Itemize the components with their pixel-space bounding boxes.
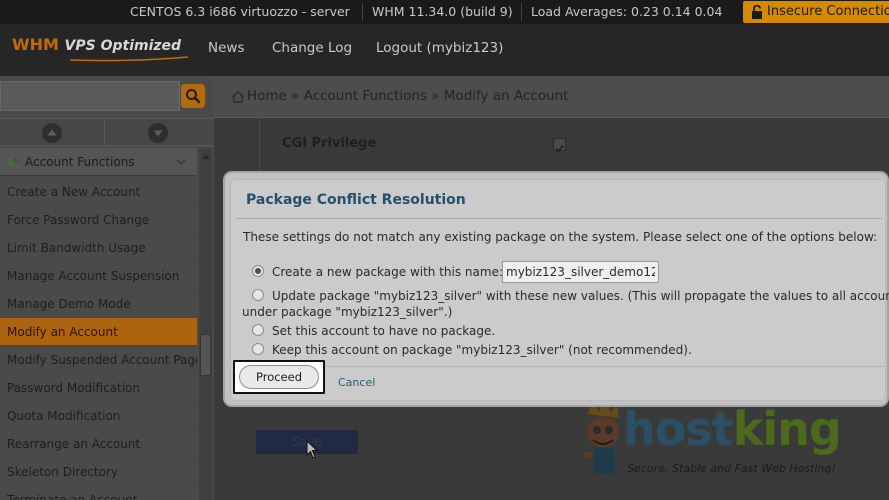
sidebar-item-manage-suspension[interactable]: Manage Account Suspension bbox=[0, 262, 197, 290]
cgi-privilege-label: CGI Privilege bbox=[282, 136, 377, 151]
load-averages: Load Averages: 0.23 0.14 0.04 bbox=[531, 4, 723, 19]
unlocked-padlock-icon bbox=[752, 5, 762, 19]
arrow-divider bbox=[104, 119, 105, 147]
scroll-down-button[interactable] bbox=[148, 123, 168, 143]
breadcrumb-text[interactable]: Home » Account Functions » Modify an Acc… bbox=[247, 88, 568, 104]
dialog-footer-divider bbox=[231, 366, 885, 367]
hostking-watermark: hostking Secure, Stable and Fast Web Hos… bbox=[575, 400, 889, 500]
sidebar-item-quota-modification[interactable]: Quota Modification bbox=[0, 402, 197, 430]
option-keep-package-label[interactable]: Keep this account on package "mybiz123_s… bbox=[272, 343, 692, 357]
sidebar-item-limit-bandwidth[interactable]: Limit Bandwidth Usage bbox=[0, 234, 197, 262]
status-divider bbox=[521, 3, 522, 21]
cancel-link[interactable]: Cancel bbox=[338, 376, 375, 389]
triangle-down-icon bbox=[153, 130, 163, 137]
status-divider bbox=[362, 3, 363, 21]
chevron-down-icon bbox=[176, 159, 186, 166]
search-icon bbox=[186, 89, 201, 104]
dialog-divider bbox=[236, 218, 882, 219]
option-no-package-label[interactable]: Set this account to have no package. bbox=[272, 324, 495, 338]
proceed-button[interactable]: Proceed bbox=[239, 365, 319, 389]
section-title: Account Functions bbox=[25, 155, 135, 169]
sidebar-item-modify-account[interactable]: Modify an Account bbox=[0, 318, 197, 346]
triangle-up-icon bbox=[47, 129, 57, 136]
sidebar-search-input[interactable] bbox=[0, 81, 180, 111]
radio-no-package[interactable] bbox=[252, 324, 264, 336]
cgi-privilege-checkbox[interactable] bbox=[553, 138, 566, 153]
breadcrumb: Home » Account Functions » Modify an Acc… bbox=[214, 76, 889, 118]
sidebar-item-skeleton-directory[interactable]: Skeleton Directory bbox=[0, 458, 197, 486]
scrollbar-thumb[interactable] bbox=[200, 334, 211, 376]
sidebar-scrollbar[interactable] bbox=[199, 148, 212, 500]
insecure-connection-label: Insecure Connectio bbox=[767, 4, 889, 19]
dialog-title: Package Conflict Resolution bbox=[246, 192, 466, 208]
logo-whm-text: WHM bbox=[12, 35, 59, 54]
option-update-label-continued[interactable]: under package "mybiz123_silver".) bbox=[242, 305, 452, 319]
sidebar-item-force-password-change[interactable]: Force Password Change bbox=[0, 206, 197, 234]
checkmark-icon bbox=[555, 144, 564, 153]
sidebar-menu: Create a New Account Force Password Chan… bbox=[0, 178, 197, 500]
sidebar-scroll-controls bbox=[0, 118, 214, 147]
scrollbar-up-arrow-icon[interactable] bbox=[202, 154, 210, 159]
option-create-label[interactable]: Create a new package with this name: bbox=[272, 265, 503, 279]
hostking-king: king bbox=[732, 402, 842, 456]
radio-update-package[interactable] bbox=[252, 289, 264, 301]
proceed-button-highlight: Proceed bbox=[233, 360, 325, 394]
nav-news-link[interactable]: News bbox=[208, 40, 244, 56]
hostking-tagline: Secure, Stable and Fast Web Hosting! bbox=[627, 462, 836, 475]
sidebar: Account Functions Create a New Account F… bbox=[0, 76, 214, 500]
sidebar-item-password-modification[interactable]: Password Modification bbox=[0, 374, 197, 402]
home-icon[interactable] bbox=[231, 91, 245, 103]
logo-swoosh-icon bbox=[70, 56, 189, 62]
mouse-cursor-icon bbox=[306, 440, 319, 459]
dialog-body: Package Conflict Resolution These settin… bbox=[230, 179, 889, 401]
new-package-name-input[interactable] bbox=[502, 261, 659, 283]
radio-create-package[interactable] bbox=[252, 265, 264, 277]
nav-changelog-link[interactable]: Change Log bbox=[272, 40, 352, 56]
logo-vps-text: VPS Optimized bbox=[64, 38, 182, 54]
sidebar-item-rearrange-account[interactable]: Rearrange an Account bbox=[0, 430, 197, 458]
whm-version: WHM 11.34.0 (build 9) bbox=[372, 4, 513, 19]
hostking-host: host bbox=[623, 402, 734, 456]
top-header: WHM VPS Optimized News Change Log Logout… bbox=[0, 24, 889, 76]
sidebar-item-modify-suspended-page[interactable]: Modify Suspended Account Page bbox=[0, 346, 197, 374]
nav-logout-link[interactable]: Logout (mybiz123) bbox=[376, 40, 503, 56]
search-button[interactable] bbox=[181, 84, 205, 108]
whm-logo[interactable]: WHM VPS Optimized bbox=[12, 35, 189, 62]
option-update-label[interactable]: Update package "mybiz123_silver" with th… bbox=[272, 289, 889, 303]
server-info: CENTOS 6.3 i686 virtuozzo - server bbox=[130, 4, 350, 19]
account-functions-section-header[interactable]: Account Functions bbox=[0, 148, 197, 176]
sidebar-item-terminate-account[interactable]: Terminate an Account bbox=[0, 486, 197, 500]
dialog-description: These settings do not match any existing… bbox=[243, 230, 878, 244]
radio-keep-package[interactable] bbox=[252, 343, 264, 355]
sidebar-item-create-account[interactable]: Create a New Account bbox=[0, 178, 197, 206]
account-functions-icon bbox=[7, 157, 19, 168]
package-conflict-dialog: Package Conflict Resolution These settin… bbox=[223, 171, 889, 407]
insecure-connection-badge[interactable]: Insecure Connectio bbox=[743, 1, 889, 23]
sidebar-item-manage-demo-mode[interactable]: Manage Demo Mode bbox=[0, 290, 197, 318]
scroll-up-button[interactable] bbox=[42, 123, 62, 143]
server-status-bar: CENTOS 6.3 i686 virtuozzo - server WHM 1… bbox=[0, 0, 889, 24]
hostking-logo-text: hostking bbox=[623, 402, 842, 456]
